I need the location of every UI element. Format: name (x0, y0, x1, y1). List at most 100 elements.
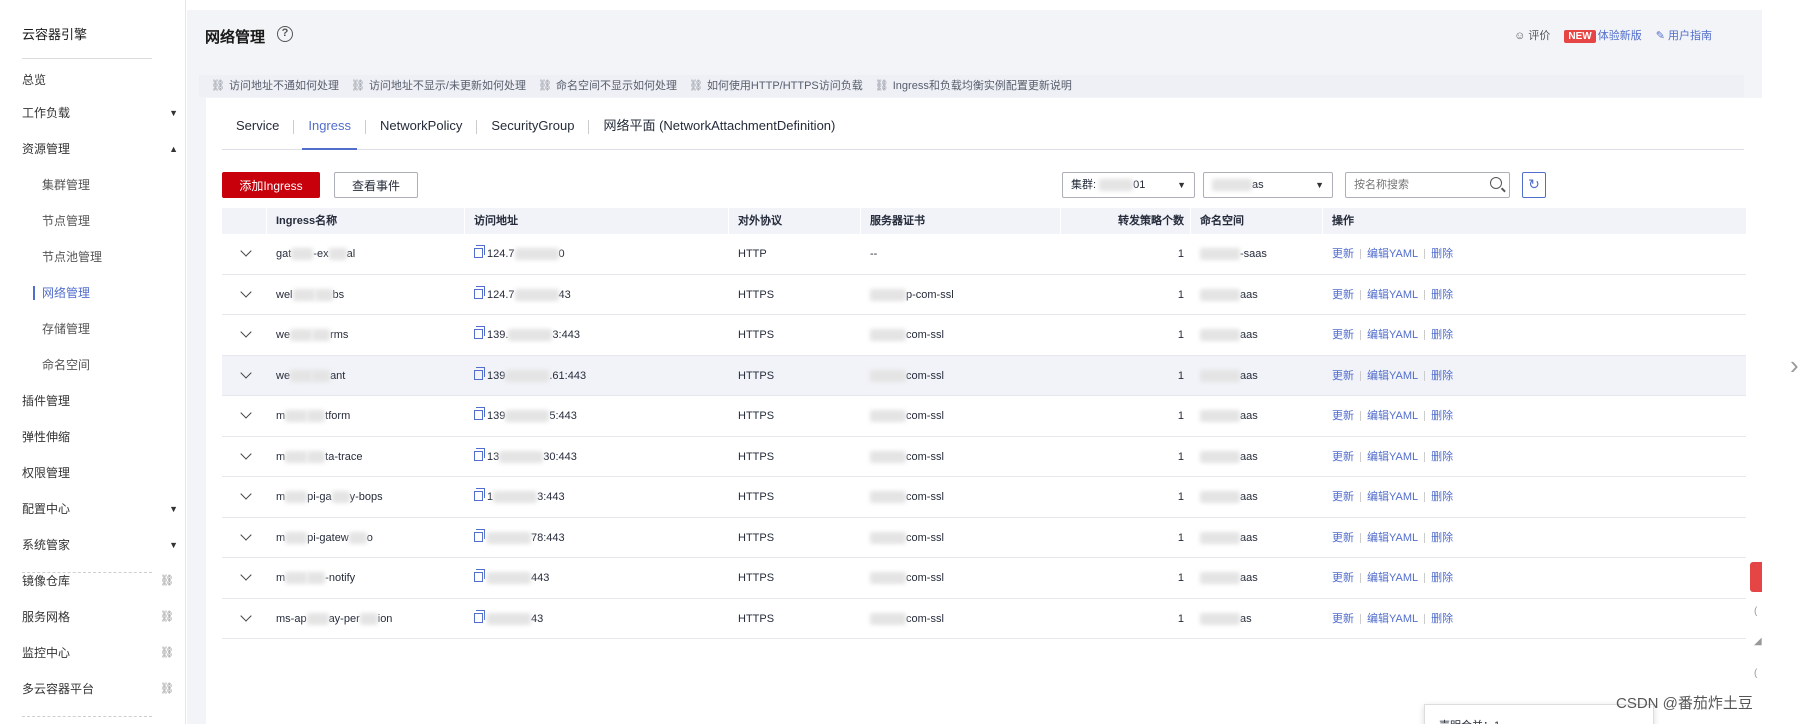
sidebar-item[interactable]: 网络管理 (42, 282, 172, 304)
edit-yaml-link[interactable]: 编辑YAML (1367, 248, 1418, 260)
sidebar-item[interactable]: 权限管理 (22, 462, 178, 484)
sidebar-item[interactable]: 集群管理 (42, 174, 172, 196)
copy-icon[interactable] (474, 609, 485, 623)
tab-4[interactable]: 网络平面 (NetworkAttachmentDefinition) (589, 112, 849, 150)
sidebar-item[interactable]: 服务网格 ⛓ (22, 606, 178, 628)
update-link[interactable]: 更新 (1332, 451, 1354, 463)
sidebar-item[interactable]: 存储管理 (42, 318, 172, 340)
edit-yaml-link[interactable]: 编辑YAML (1367, 451, 1418, 463)
update-link[interactable]: 更新 (1332, 613, 1354, 625)
copy-icon[interactable] (474, 528, 485, 542)
help-icon[interactable]: ? (277, 26, 293, 42)
sidebar-item[interactable]: 配置中心 ▼ (22, 498, 178, 520)
link-icon: ⛓ (688, 80, 703, 92)
sidebar-item[interactable]: 监控中心 ⛓ (22, 642, 178, 664)
tab-3[interactable]: SecurityGroup (477, 112, 588, 150)
rate-link[interactable]: ☺ 评价 (1514, 27, 1550, 43)
sidebar-item[interactable]: 命名空间 (42, 354, 172, 376)
copy-icon[interactable] (474, 285, 485, 299)
copy-icon[interactable] (474, 407, 485, 420)
update-link[interactable]: 更新 (1332, 329, 1354, 341)
refresh-button[interactable]: ↻ (1522, 172, 1546, 198)
delete-link[interactable]: 删除 (1431, 613, 1453, 625)
edit-yaml-link[interactable]: 编辑YAML (1367, 532, 1418, 544)
edit-yaml-link[interactable]: 编辑YAML (1367, 329, 1418, 341)
update-link[interactable]: 更新 (1332, 572, 1354, 584)
tab-1[interactable]: Ingress (294, 112, 365, 150)
search-input[interactable] (1345, 172, 1510, 198)
copy-icon[interactable] (474, 447, 485, 461)
chevron-down-icon: ▼ (169, 108, 178, 118)
expand-chevron-icon[interactable] (240, 366, 252, 379)
expand-chevron-icon[interactable] (240, 609, 252, 622)
delete-link[interactable]: 删除 (1431, 451, 1453, 463)
user-guide-link[interactable]: ✎ 用户指南 (1656, 27, 1712, 43)
expand-chevron-icon[interactable] (240, 326, 252, 338)
edit-yaml-link[interactable]: 编辑YAML (1367, 572, 1418, 584)
tab-0[interactable]: Service (222, 112, 293, 150)
sidebar-item[interactable]: 总览 (22, 69, 178, 91)
delete-link[interactable]: 删除 (1431, 491, 1453, 503)
delete-link[interactable]: 删除 (1431, 248, 1453, 260)
namespace-select[interactable]: as ▼ (1203, 172, 1333, 198)
sidebar-item[interactable]: 弹性伸缩 (22, 426, 178, 448)
sidebar-item[interactable]: 插件管理 (22, 390, 178, 412)
update-link[interactable]: 更新 (1332, 289, 1354, 301)
delete-link[interactable]: 删除 (1431, 329, 1453, 341)
sidebar-item[interactable]: 多云容器平台 ⛓ (22, 678, 178, 700)
update-link[interactable]: 更新 (1332, 491, 1354, 503)
expand-chevron-icon[interactable] (240, 488, 252, 500)
sidebar-item[interactable]: 系统管家 ▼ (22, 534, 178, 556)
row-actions: 更新 编辑YAML 删除 (1332, 234, 1453, 274)
delete-link[interactable]: 删除 (1431, 370, 1453, 382)
update-link[interactable]: 更新 (1332, 532, 1354, 544)
chevron-right-icon[interactable]: › (1790, 350, 1799, 381)
add-ingress-button[interactable]: 添加Ingress (222, 172, 320, 198)
copy-icon[interactable] (474, 569, 485, 582)
expand-chevron-icon[interactable] (240, 285, 252, 298)
copy-icon[interactable] (474, 245, 485, 258)
tip-link[interactable]: ⛓ 访问地址不显示/未更新如何处理 (351, 75, 526, 97)
cluster-select[interactable]: 集群: 01 ▼ (1062, 172, 1195, 198)
delete-link[interactable]: 删除 (1431, 572, 1453, 584)
tab-2[interactable]: NetworkPolicy (366, 112, 476, 150)
tip-link[interactable]: ⛓ 如何使用HTTP/HTTPS访问负载 (689, 75, 863, 97)
update-link[interactable]: 更新 (1332, 370, 1354, 382)
search-icon[interactable] (1490, 177, 1502, 189)
new-version-link[interactable]: NEW 体验新版 (1564, 27, 1642, 43)
edit-yaml-link[interactable]: 编辑YAML (1367, 289, 1418, 301)
access-address: 443 (474, 558, 549, 598)
sidebar-item[interactable]: 镜像仓库 ⛓ (22, 570, 178, 592)
sidebar-item[interactable]: 工作负载 ▼ (22, 102, 178, 124)
sidebar-item[interactable]: 资源管理 ▲ (22, 138, 178, 160)
edit-yaml-link[interactable]: 编辑YAML (1367, 613, 1418, 625)
server-certificate: com-ssl (870, 396, 944, 436)
float-tool-icon[interactable]: ( (1754, 606, 1757, 617)
update-link[interactable]: 更新 (1332, 410, 1354, 422)
copy-icon[interactable] (474, 488, 485, 501)
edit-yaml-link[interactable]: 编辑YAML (1367, 491, 1418, 503)
tip-link[interactable]: ⛓ Ingress和负载均衡实例配置更新说明 (875, 75, 1072, 97)
tip-link[interactable]: ⛓ 命名空间不显示如何处理 (538, 75, 677, 97)
view-events-button[interactable]: 查看事件 (334, 172, 418, 198)
copy-icon[interactable] (474, 326, 485, 339)
float-tool-icon[interactable]: ◢ (1754, 636, 1762, 647)
edit-yaml-link[interactable]: 编辑YAML (1367, 370, 1418, 382)
expand-chevron-icon[interactable] (240, 245, 252, 257)
copy-icon[interactable] (474, 366, 485, 380)
delete-link[interactable]: 删除 (1431, 410, 1453, 422)
table-header: Ingress名称 访问地址 对外协议 服务器证书 转发策略个数 命名空间 操作 (222, 208, 1746, 234)
edit-yaml-link[interactable]: 编辑YAML (1367, 410, 1418, 422)
sidebar-item[interactable]: 节点池管理 (42, 246, 172, 268)
update-link[interactable]: 更新 (1332, 248, 1354, 260)
tip-link[interactable]: ⛓ 访问地址不通如何处理 (211, 75, 339, 97)
feedback-float-tab[interactable] (1750, 562, 1762, 592)
delete-link[interactable]: 删除 (1431, 532, 1453, 544)
expand-chevron-icon[interactable] (240, 407, 252, 419)
expand-chevron-icon[interactable] (240, 569, 252, 581)
delete-link[interactable]: 删除 (1431, 289, 1453, 301)
float-tool-icon[interactable]: ( (1754, 668, 1757, 679)
expand-chevron-icon[interactable] (240, 447, 252, 460)
expand-chevron-icon[interactable] (240, 528, 252, 541)
sidebar-item[interactable]: 节点管理 (42, 210, 172, 232)
